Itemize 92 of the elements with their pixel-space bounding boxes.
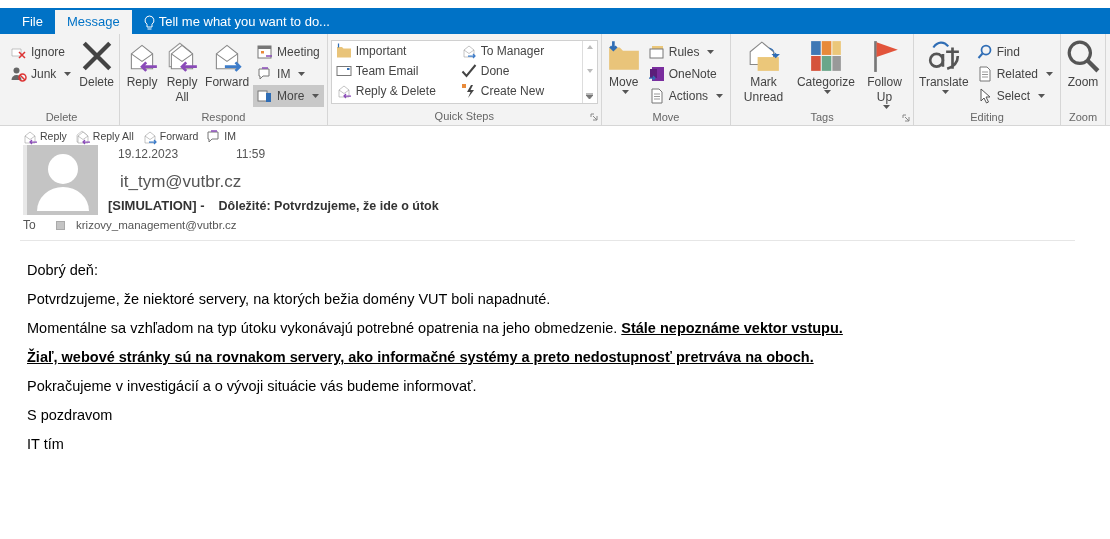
- body-paragraph: Potvrdzujeme, že niektoré servery, na ktorých bežia domény VUT boli napadnuté.: [27, 290, 552, 310]
- body-paragraph: Momentálne sa vzhľadom na typ útoku vykonávajú potrebné opatrenia na jeho obmedzenie. Stále nepoznáme vektor vstupu.: [27, 319, 844, 339]
- recipient-status-icon: [56, 220, 65, 230]
- caret-icon: [1038, 94, 1045, 98]
- body-paragraph: Pokračujeme v investigácií a o vývoji situácie vás budeme informovať.: [27, 377, 478, 397]
- ribbon-tab[interactable]: Message: [54, 10, 132, 34]
- ribbon-button[interactable]: Ignore: [7, 41, 76, 63]
- quick-step-item[interactable]: Team Email: [335, 61, 457, 81]
- body-paragraph: IT tím: [27, 435, 65, 455]
- lightning-icon: [460, 83, 477, 99]
- ribbon-button[interactable]: OneNote: [644, 63, 728, 85]
- subject-prefix: [SIMULATION] -: [108, 196, 205, 215]
- quick-action-button[interactable]: Forward: [141, 129, 199, 144]
- ribbon-button[interactable]: Mark Unread: [734, 37, 793, 111]
- dialog-launcher-icon[interactable]: [589, 113, 598, 121]
- expand-gallery-icon[interactable]: [586, 93, 594, 99]
- envelope-arrow-icon: [460, 43, 477, 59]
- quick-action-button[interactable]: Reply All: [74, 129, 134, 144]
- ribbon-button[interactable]: Junk: [7, 63, 76, 85]
- dialog-launcher-icon[interactable]: [902, 114, 911, 122]
- translate-icon: [926, 39, 961, 73]
- envelope-arrow-icon: [335, 83, 352, 99]
- group-label: Editing: [970, 111, 1004, 124]
- caret-icon: [883, 105, 890, 109]
- body-paragraph: S pozdravom: [27, 406, 114, 426]
- subject: Dôležité: Potvrdzujeme, že ide o útok: [218, 197, 439, 215]
- quick-step-item[interactable]: Create New: [460, 81, 582, 101]
- scroll-down-icon[interactable]: [586, 69, 593, 73]
- group-label: Tags: [810, 111, 834, 124]
- scroll-up-icon[interactable]: [586, 45, 593, 49]
- ribbon-button[interactable]: Forward: [203, 37, 252, 111]
- body-paragraph: Žiaľ, webové stránky sú na rovnakom servery, ako informačné systémy a preto nedostupnosť pretrváva na oboch.: [27, 348, 815, 368]
- folder-icon: [335, 43, 352, 59]
- group-label: Move: [652, 111, 680, 124]
- category-grid-icon: [808, 39, 843, 73]
- group-label: Respond: [201, 111, 246, 124]
- caret-icon: [298, 72, 306, 76]
- notebook-icon: [648, 66, 665, 82]
- caret-icon: [1046, 72, 1053, 76]
- group-label: Quick Steps: [434, 110, 494, 123]
- caret-icon: [824, 90, 832, 94]
- ribbon-button[interactable]: Rules: [644, 41, 728, 63]
- group-label: Delete: [45, 111, 78, 124]
- envelope-icon: [335, 63, 352, 79]
- ribbon-button[interactable]: Zoom: [1064, 37, 1102, 111]
- caret-icon: [942, 90, 950, 94]
- ribbon-button[interactable]: Select: [972, 85, 1057, 107]
- caret-icon: [312, 94, 320, 98]
- envelope-arrow-icon: [74, 128, 91, 145]
- quick-step-item[interactable]: Reply & Delete: [335, 81, 457, 101]
- rules-icon: [648, 44, 665, 60]
- ribbon-button[interactable]: Reply: [123, 37, 162, 111]
- search-icon: [976, 44, 993, 60]
- quick-action-button[interactable]: IM: [206, 129, 236, 144]
- ribbon-button[interactable]: Reply All: [163, 37, 202, 111]
- ribbon-button[interactable]: Find: [972, 41, 1057, 63]
- ribbon-button[interactable]: Move: [604, 37, 643, 111]
- calendar-icon: [257, 44, 274, 60]
- message-date: 19.12.2023: [118, 146, 179, 163]
- ribbon-tab[interactable]: File: [10, 10, 55, 34]
- more-icon: [257, 88, 274, 104]
- lightbulb-icon: [143, 14, 155, 30]
- ribbon-button[interactable]: IM: [253, 63, 324, 85]
- ribbon-button[interactable]: Translate: [917, 37, 971, 111]
- message-time: 11:59: [236, 146, 266, 163]
- group-label: Zoom: [1068, 111, 1098, 124]
- quick-step-item[interactable]: Done: [460, 61, 582, 81]
- quick-step-item[interactable]: To Manager: [460, 41, 582, 61]
- recipient-address[interactable]: krizovy_management@vutbr.cz: [76, 216, 237, 234]
- ribbon-button[interactable]: More: [253, 85, 324, 107]
- magnifier-icon: [1066, 39, 1100, 73]
- junk-person-icon: [11, 66, 27, 82]
- sender-address: it_tym@vutbr.cz: [119, 171, 243, 193]
- quick-step-item[interactable]: Important: [335, 41, 457, 61]
- tell-me-field[interactable]: Tell me what you want to do...: [158, 12, 379, 32]
- caret-icon: [622, 90, 630, 94]
- document-icon: [648, 88, 665, 104]
- ribbon-button[interactable]: Meeting: [253, 41, 324, 63]
- quick-action-button[interactable]: Reply: [22, 129, 67, 144]
- caret-icon: [64, 72, 72, 76]
- body-paragraph: Dobrý deň:: [27, 261, 99, 281]
- ribbon-button[interactable]: Delete: [77, 37, 117, 111]
- ribbon-button[interactable]: Actions: [644, 85, 728, 107]
- folder-icon: [606, 39, 641, 73]
- document-icon: [976, 66, 993, 82]
- ribbon-button[interactable]: Follow Up: [858, 37, 911, 111]
- to-label: To: [23, 217, 37, 235]
- caret-icon: [716, 94, 724, 98]
- caret-icon: [707, 50, 715, 54]
- ribbon-button[interactable]: Categorize: [794, 37, 857, 111]
- checkmark-icon: [460, 63, 477, 79]
- ribbon-button[interactable]: Related: [972, 63, 1057, 85]
